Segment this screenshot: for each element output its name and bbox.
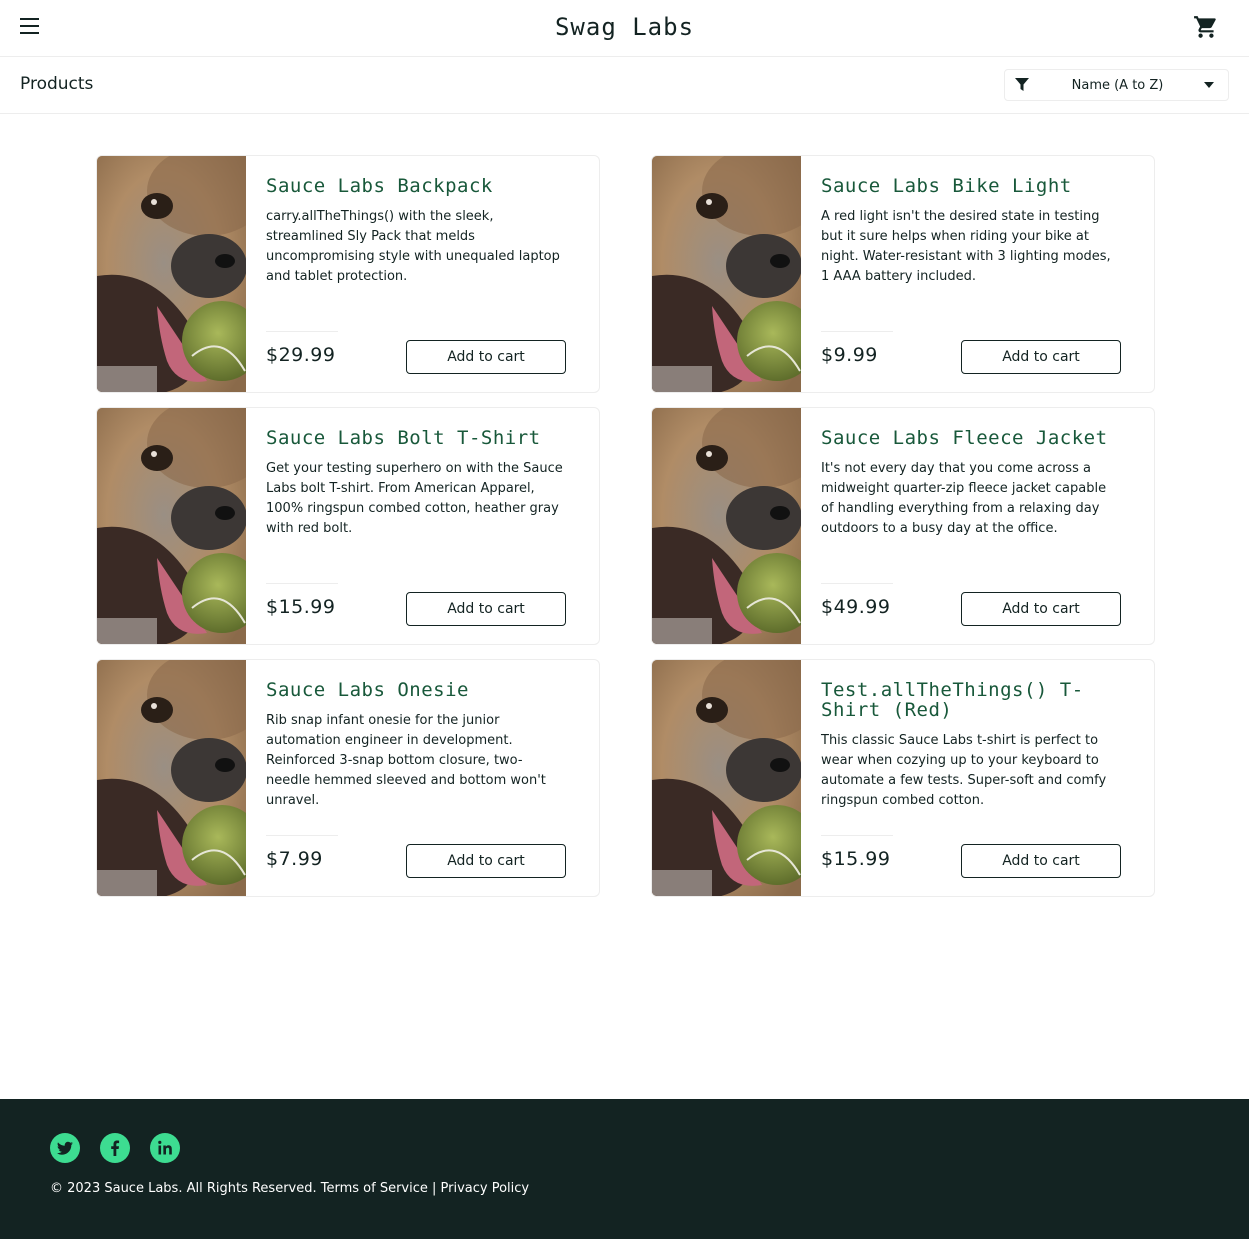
inventory-item: Test.allTheThings() T-Shirt (Red) This c…: [651, 659, 1155, 897]
footer: © 2023 Sauce Labs. All Rights Reserved. …: [0, 1099, 1249, 1239]
product-description: A red light isn't the desired state in t…: [821, 209, 1111, 284]
price-divider: [821, 583, 893, 584]
product-name-link[interactable]: Test.allTheThings() T-Shirt (Red): [821, 680, 1121, 720]
product-image[interactable]: [652, 408, 801, 644]
linkedin-icon[interactable]: [150, 1133, 180, 1163]
add-to-cart-button[interactable]: Add to cart: [961, 844, 1121, 878]
sort-selected-value: Name (A to Z): [1071, 78, 1164, 93]
inventory-item: Sauce Labs Onesie Rib snap infant onesie…: [96, 659, 600, 897]
add-to-cart-button[interactable]: Add to cart: [406, 844, 566, 878]
price-divider: [821, 331, 893, 332]
product-description: carry.allTheThings() with the sleek, str…: [266, 209, 560, 284]
product-description: It's not every day that you come across …: [821, 461, 1107, 536]
add-to-cart-button[interactable]: Add to cart: [961, 340, 1121, 374]
product-price: $15.99: [821, 848, 891, 870]
add-to-cart-button[interactable]: Add to cart: [961, 592, 1121, 626]
product-image[interactable]: [97, 408, 246, 644]
product-price: $7.99: [266, 848, 323, 870]
sort-dropdown[interactable]: Name (A to Z): [1004, 69, 1229, 101]
inventory-item: Sauce Labs Backpack carry.allTheThings()…: [96, 155, 600, 393]
product-description: Get your testing superhero on with the S…: [266, 461, 563, 536]
product-name-link[interactable]: Sauce Labs Onesie: [266, 680, 566, 700]
price-divider: [266, 331, 338, 332]
shopping-cart-icon[interactable]: [1193, 14, 1219, 40]
product-image[interactable]: [97, 660, 246, 896]
add-to-cart-button[interactable]: Add to cart: [406, 592, 566, 626]
footer-copyright: © 2023 Sauce Labs. All Rights Reserved. …: [50, 1181, 530, 1196]
facebook-icon[interactable]: [100, 1133, 130, 1163]
product-price: $49.99: [821, 596, 891, 618]
price-divider: [266, 835, 338, 836]
product-image[interactable]: [652, 156, 801, 392]
product-description: Rib snap infant onesie for the junior au…: [266, 713, 546, 808]
add-to-cart-button[interactable]: Add to cart: [406, 340, 566, 374]
product-image[interactable]: [652, 660, 801, 896]
inventory-item: Sauce Labs Fleece Jacket It's not every …: [651, 407, 1155, 645]
product-name-link[interactable]: Sauce Labs Bolt T-Shirt: [266, 428, 566, 448]
product-name-link[interactable]: Sauce Labs Bike Light: [821, 176, 1121, 196]
inventory-item: Sauce Labs Bike Light A red light isn't …: [651, 155, 1155, 393]
price-divider: [266, 583, 338, 584]
product-image[interactable]: [97, 156, 246, 392]
product-name-link[interactable]: Sauce Labs Backpack: [266, 176, 566, 196]
product-name-link[interactable]: Sauce Labs Fleece Jacket: [821, 428, 1121, 448]
price-divider: [821, 835, 893, 836]
product-price: $9.99: [821, 344, 878, 366]
primary-header: Swag Labs: [0, 0, 1249, 57]
page-title: Products: [20, 74, 94, 94]
product-price: $29.99: [266, 344, 336, 366]
inventory-item: Sauce Labs Bolt T-Shirt Get your testing…: [96, 407, 600, 645]
app-logo: Swag Labs: [554, 13, 695, 41]
product-price: $15.99: [266, 596, 336, 618]
product-description: This classic Sauce Labs t-shirt is perfe…: [821, 733, 1107, 808]
secondary-header: Products Name (A to Z): [0, 57, 1249, 114]
twitter-icon[interactable]: [50, 1133, 80, 1163]
caret-down-icon: [1204, 82, 1214, 88]
